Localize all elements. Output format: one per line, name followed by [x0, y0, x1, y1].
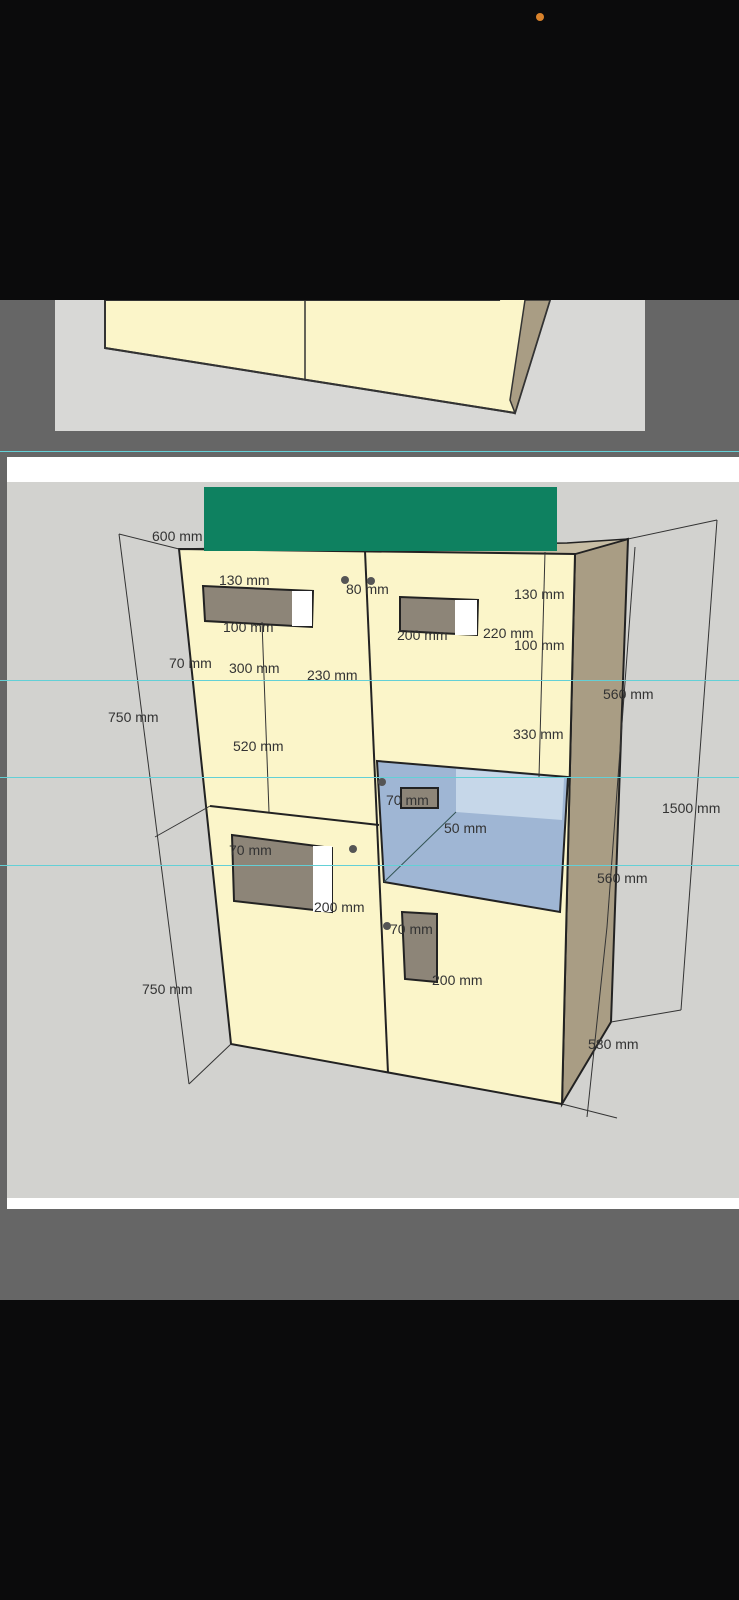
dim-upper-left-slot: 100 mm [223, 619, 274, 635]
dim-left-small: 70 mm [169, 655, 212, 671]
guide-line [0, 777, 739, 778]
notification-dot [536, 13, 544, 21]
dim-upper-right-top: 130 mm [514, 586, 565, 602]
dim-lower-left-top: 70 mm [229, 842, 272, 858]
green-overlay-block [204, 487, 557, 551]
guide-line [0, 680, 739, 681]
cabinet-drawing: 600 mm 130 mm 80 mm 130 mm 100 mm 200 mm… [108, 519, 720, 1119]
dim-top-width: 600 mm [152, 528, 203, 544]
dim-lower-right-side: 560 mm [597, 870, 648, 886]
dim-right-mid: 330 mm [513, 726, 564, 742]
dim-left-upper-height: 750 mm [108, 709, 159, 725]
dim-upper-left-top: 130 mm [219, 572, 270, 588]
dim-left-slot-length: 300 mm [229, 660, 280, 676]
dim-left-mid: 520 mm [233, 738, 284, 754]
previous-cabinet-drawing [104, 300, 552, 416]
dim-upper-center-top: 80 mm [346, 581, 389, 597]
image-card[interactable]: 600 mm 130 mm 80 mm 130 mm 100 mm 200 mm… [7, 457, 739, 1209]
knob-icon [378, 778, 386, 786]
dim-depth: 580 mm [588, 1036, 639, 1052]
cabinet-drawing-area: 600 mm 130 mm 80 mm 130 mm 100 mm 200 mm… [7, 482, 739, 1198]
dim-upper-right-slot: 200 mm [397, 627, 448, 643]
dim-left-lower-height: 750 mm [142, 981, 193, 997]
knob-icon [349, 845, 357, 853]
dim-lower-right-top: 70 mm [390, 921, 433, 937]
guide-line [0, 865, 739, 866]
dim-lower-right-slot: 200 mm [432, 972, 483, 988]
previous-image-preview[interactable] [55, 300, 645, 431]
dim-upper-right-side: 560 mm [603, 686, 654, 702]
dim-window-slot: 50 mm [444, 820, 487, 836]
dim-upper-right-slot-height: 100 mm [514, 637, 565, 653]
dim-lower-left-slot: 200 mm [314, 899, 365, 915]
guide-line [0, 451, 739, 452]
dim-total-height: 1500 mm [662, 800, 720, 816]
dim-window-top: 70 mm [386, 792, 429, 808]
